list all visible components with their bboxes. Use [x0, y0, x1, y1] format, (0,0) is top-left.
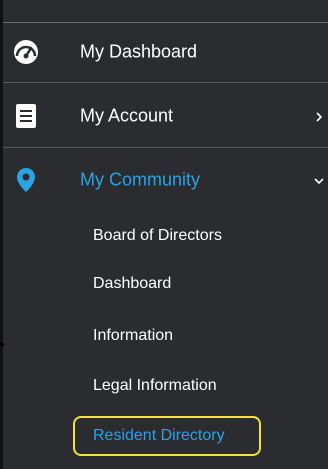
menu-item-label: My Community [80, 169, 201, 190]
divider [3, 82, 328, 83]
subitem-label: Board of Directors [93, 227, 222, 244]
subitem-legal-information[interactable]: Legal Information [3, 362, 328, 410]
subitem-dashboard[interactable]: Dashboard [3, 260, 328, 308]
menu-item-my-account[interactable]: My Account [3, 88, 328, 144]
chevron-right-icon[interactable] [313, 110, 325, 122]
subitem-label: Legal Information [93, 377, 217, 394]
menu-item-label: My Dashboard [80, 41, 198, 62]
sidebar-menu: My Dashboard My Account My Community Boa… [0, 0, 328, 469]
chevron-down-icon[interactable] [313, 174, 325, 186]
subitem-label: Information [93, 327, 174, 344]
divider [3, 147, 328, 148]
account-document-icon [13, 103, 39, 129]
menu-item-my-dashboard[interactable]: My Dashboard [3, 24, 328, 80]
menu-item-my-community[interactable]: My Community [3, 152, 328, 208]
screenshot: My Dashboard My Account My Community Boa… [0, 0, 328, 469]
dashboard-gauge-icon [13, 39, 39, 65]
subitem-information[interactable]: Information [3, 312, 328, 360]
subitem-resident-directory[interactable]: Resident Directory [3, 412, 328, 460]
top-divider [3, 22, 328, 23]
edge-mark [0, 343, 4, 346]
menu-item-label: My Account [80, 105, 174, 126]
subitem-label: Dashboard [93, 275, 172, 292]
subitem-label: Resident Directory [93, 427, 225, 444]
subitem-board-of-directors[interactable]: Board of Directors [3, 212, 328, 260]
location-pin-icon [13, 167, 39, 193]
